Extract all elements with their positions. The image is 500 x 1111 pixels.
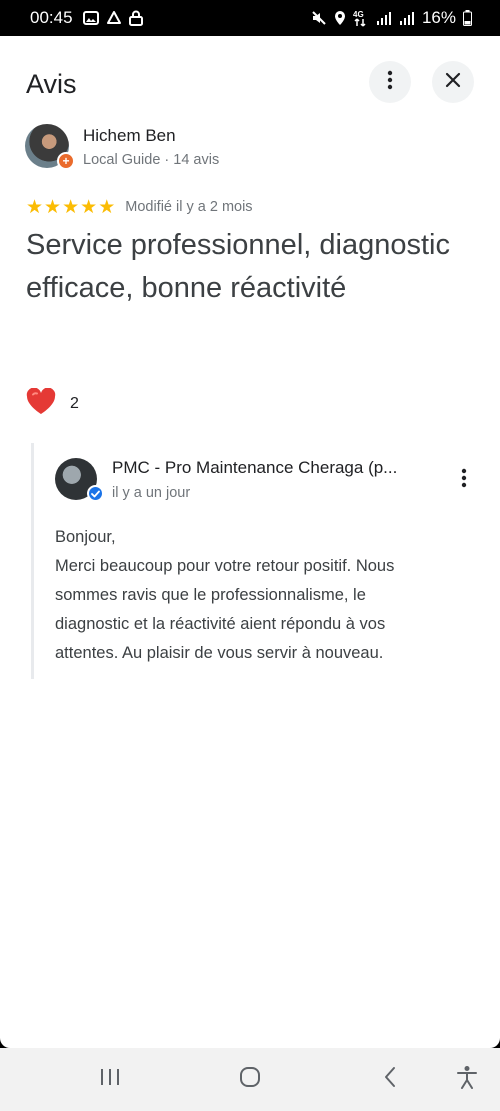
lock-icon	[128, 10, 143, 26]
owner-reply-date: il y a un jour	[112, 485, 191, 501]
star-icon: ★	[62, 196, 80, 218]
review-text: Service professionnel, diagnostic effica…	[26, 229, 450, 304]
star-rating: ★ ★ ★ ★ ★	[26, 196, 115, 219]
home-button[interactable]	[233, 1064, 267, 1094]
recent-apps-button[interactable]	[93, 1064, 127, 1094]
reply-line: Bonjour,	[55, 528, 116, 546]
reply-line: sommes ravis que le professionnalisme, l…	[55, 586, 366, 604]
reviewer-info[interactable]: + Hichem Ben Local Guide · 14 avis	[25, 124, 475, 172]
recycle-icon	[106, 11, 122, 25]
owner-reply-text: Bonjour, Merci beaucoup pour votre retou…	[55, 523, 455, 668]
svg-text:4G: 4G	[353, 10, 364, 19]
status-time: 00:45	[30, 8, 73, 27]
page-title: Avis	[26, 69, 77, 99]
back-button[interactable]	[373, 1064, 407, 1094]
reply-line: Merci beaucoup pour votre retour positif…	[55, 557, 395, 575]
close-button[interactable]	[432, 61, 474, 103]
star-icon: ★	[98, 196, 116, 218]
network-4g-icon: 4G	[353, 9, 369, 27]
header: Avis	[0, 36, 500, 126]
review-sheet: Avis + Hichem Ben Local Guide · 14 avis …	[0, 36, 500, 1048]
more-vert-icon	[461, 468, 467, 493]
mute-icon	[311, 10, 327, 26]
owner-name[interactable]: PMC - Pro Maintenance Cheraga (p...	[112, 458, 432, 478]
star-icon: ★	[44, 196, 62, 218]
location-icon	[334, 10, 346, 26]
reply-line: diagnostic et la réactivité aient répond…	[55, 615, 386, 633]
close-icon	[445, 72, 461, 93]
verified-check-icon	[87, 485, 104, 502]
local-guide-badge-icon: +	[57, 152, 75, 170]
star-icon: ★	[80, 196, 98, 218]
recent-apps-icon	[99, 1067, 121, 1092]
battery-percent: 16%	[421, 8, 456, 27]
reply-more-button[interactable]	[452, 465, 476, 495]
home-icon	[239, 1066, 261, 1093]
back-icon	[383, 1066, 397, 1093]
accessibility-icon	[456, 1065, 478, 1094]
rating-row: ★ ★ ★ ★ ★ Modifié il y a 2 mois	[26, 196, 253, 218]
owner-reply: PMC - Pro Maintenance Cheraga (p... il y…	[31, 443, 476, 679]
more-vert-icon	[387, 70, 393, 95]
reviewer-subtitle: Local Guide · 14 avis	[83, 152, 220, 168]
review-date: Modifié il y a 2 mois	[125, 199, 253, 215]
reviewer-name[interactable]: Hichem Ben	[83, 126, 176, 146]
signal-icon-2	[399, 11, 415, 25]
signal-icon	[376, 11, 392, 25]
more-options-button[interactable]	[369, 61, 411, 103]
accessibility-button[interactable]	[450, 1064, 484, 1094]
star-icon: ★	[26, 196, 44, 218]
reply-line: attentes. Au plaisir de vous servir à no…	[55, 644, 384, 662]
reaction-count: 2	[70, 395, 79, 412]
status-bar: 00:45 4G 16%	[0, 0, 500, 36]
system-nav-bar	[0, 1048, 500, 1111]
reaction-button[interactable]: 2	[26, 387, 79, 420]
battery-icon	[463, 10, 472, 26]
heart-icon	[26, 387, 56, 420]
image-icon	[82, 11, 99, 25]
